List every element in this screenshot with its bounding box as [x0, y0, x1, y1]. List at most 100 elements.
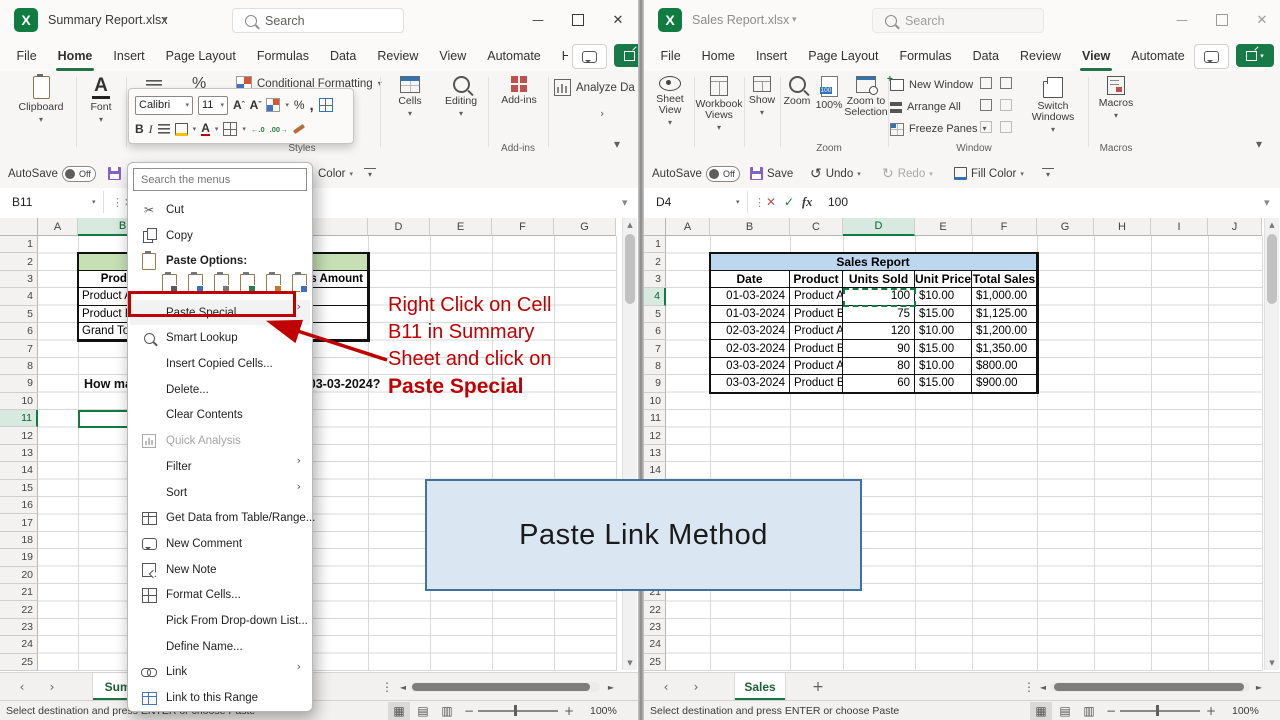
row-header-7[interactable]: 7 [644, 340, 666, 357]
row-header-3[interactable]: 3 [644, 271, 666, 288]
table-cell[interactable]: 75 [843, 306, 915, 323]
zoom-in-icon[interactable]: + [1200, 702, 1222, 720]
row-header-2[interactable]: 2 [644, 253, 666, 270]
formula-value[interactable]: 100 [828, 188, 848, 216]
expand-formula-bar-icon[interactable]: ▾ [1264, 188, 1270, 216]
vertical-scrollbar[interactable]: ▲▼ [622, 218, 637, 670]
scroll-right-icon[interactable]: ► [604, 673, 618, 701]
row-header-18[interactable]: 18 [0, 532, 38, 549]
table-cell[interactable]: $10.00 [915, 288, 972, 305]
sheet-view-group[interactable]: Sheet View ▾ [648, 76, 692, 127]
row-header-6[interactable]: 6 [0, 323, 38, 340]
page-layout-view-icon[interactable]: ▤ [412, 702, 434, 720]
row-header-5[interactable]: 5 [644, 306, 666, 323]
table-colheader-unit-price[interactable]: Unit Price [915, 271, 972, 288]
table-cell[interactable]: $900.00 [972, 375, 1037, 392]
menu-item-filter[interactable]: Filter› [130, 454, 310, 480]
row-header-11[interactable]: 11 [0, 410, 38, 427]
vertical-scrollbar[interactable]: ▲▼ [1264, 218, 1279, 670]
zoom-out-icon[interactable]: − [1100, 702, 1122, 720]
menu-item-get-data-from-table-range[interactable]: Get Data from Table/Range... [130, 505, 310, 531]
row-header-12[interactable]: 12 [0, 427, 38, 444]
table-cell[interactable]: Product B [790, 375, 843, 392]
paste-values-icon[interactable] [188, 274, 203, 292]
column-header-A[interactable]: A [666, 218, 710, 236]
clipboard-group[interactable]: Clipboard ▾ [10, 76, 72, 124]
table-cell[interactable]: 90 [843, 340, 915, 357]
comma-style-button[interactable]: , [310, 97, 314, 114]
menu-item-cut[interactable]: ✂Cut [130, 197, 310, 223]
percent-style-button[interactable]: % [294, 98, 305, 112]
format-painter-icon[interactable] [266, 98, 280, 112]
tab-review[interactable]: Review [367, 40, 429, 71]
menu-item-new-note[interactable]: New Note [130, 557, 310, 583]
row-header-23[interactable]: 23 [0, 619, 38, 636]
row-header-20[interactable]: 20 [0, 567, 38, 584]
save-button[interactable] [108, 160, 121, 187]
page-break-view-icon[interactable]: ▥ [436, 702, 458, 720]
document-title[interactable]: Sales Report.xlsx [692, 13, 789, 27]
maximize-button[interactable] [562, 0, 594, 40]
search-box[interactable]: Search [872, 8, 1044, 33]
zoom-100-button[interactable]: 100% [814, 76, 844, 111]
table-cell[interactable]: $10.00 [915, 323, 972, 340]
more-dots-icon[interactable]: ⋮ [754, 188, 765, 216]
editing-group[interactable]: Editing ▾ [438, 76, 484, 118]
row-header-14[interactable]: 14 [644, 462, 666, 479]
row-header-13[interactable]: 13 [0, 445, 38, 462]
name-box[interactable]: D4 ▾ [648, 191, 748, 213]
row-header-25[interactable]: 25 [0, 654, 38, 671]
zoom-level[interactable]: 100% [1232, 701, 1259, 720]
row-header-24[interactable]: 24 [0, 636, 38, 653]
page-layout-view-icon[interactable]: ▤ [1054, 702, 1076, 720]
zoom-level[interactable]: 100% [590, 701, 617, 720]
table-cell[interactable]: $1,200.00 [972, 323, 1037, 340]
column-header-F[interactable]: F [972, 218, 1037, 236]
table-cell[interactable]: $15.00 [915, 306, 972, 323]
paste-link-icon[interactable] [292, 274, 307, 292]
table-cell[interactable]: Product B [790, 340, 843, 357]
tab-formulas[interactable]: Formulas [889, 40, 962, 71]
column-header-F[interactable]: F [492, 218, 554, 236]
table-colheader-product[interactable]: Product [790, 271, 843, 288]
analyze-data-button[interactable]: Analyze Da [554, 79, 635, 96]
share-button[interactable]: ▾ [1236, 44, 1274, 67]
close-button[interactable]: ✕ [602, 0, 634, 40]
tab-home[interactable]: Home [47, 40, 103, 71]
increase-decimal-icon[interactable]: ←.0 [251, 125, 265, 134]
qat-overflow-button[interactable]: ▾ [1042, 160, 1054, 187]
more-dots-icon[interactable]: ⋮ [380, 673, 394, 701]
workbook-views-group[interactable]: Workbook Views ▾ [698, 76, 740, 132]
menu-item-define-name[interactable]: Define Name... [130, 634, 310, 660]
table-colheader-date[interactable]: Date [710, 271, 790, 288]
column-header-D[interactable]: D [368, 218, 430, 236]
row-header-17[interactable]: 17 [0, 514, 38, 531]
zoom-slider[interactable] [1120, 710, 1200, 712]
tab-automate[interactable]: Automate [477, 40, 552, 71]
row-header-22[interactable]: 22 [0, 601, 38, 618]
shrink-font-button[interactable]: A [250, 98, 262, 112]
hide-icon[interactable] [980, 99, 992, 111]
row-header-3[interactable]: 3 [0, 271, 38, 288]
table-cell[interactable]: 01-03-2024 [710, 306, 790, 323]
row-header-25[interactable]: 25 [644, 654, 666, 671]
row-header-21[interactable]: 21 [0, 584, 38, 601]
hscrollbar-thumb[interactable] [412, 683, 590, 691]
paste-formatting-icon[interactable] [266, 274, 281, 292]
fill-color-button[interactable]: Color ▾ [318, 160, 353, 187]
tab-data[interactable]: Data [319, 40, 366, 71]
zoom-to-selection-button[interactable]: Zoom to Selection [846, 76, 886, 118]
bold-button[interactable]: B [135, 122, 144, 136]
tab-data[interactable]: Data [962, 40, 1009, 71]
macros-button[interactable]: Macros ▾ [1094, 76, 1138, 120]
font-group[interactable]: A Font ▾ [80, 76, 122, 124]
tab-page-layout[interactable]: Page Layout [155, 40, 246, 71]
tab-review[interactable]: Review [1009, 40, 1071, 71]
grow-font-button[interactable]: A [233, 98, 245, 112]
paste-icon[interactable] [162, 274, 177, 292]
zoom-button[interactable]: Zoom [782, 76, 812, 107]
table-cell[interactable]: $15.00 [915, 375, 972, 392]
menu-item-link[interactable]: Link› [130, 660, 310, 686]
comments-button[interactable] [572, 44, 607, 69]
column-header-H[interactable]: H [1094, 218, 1151, 236]
